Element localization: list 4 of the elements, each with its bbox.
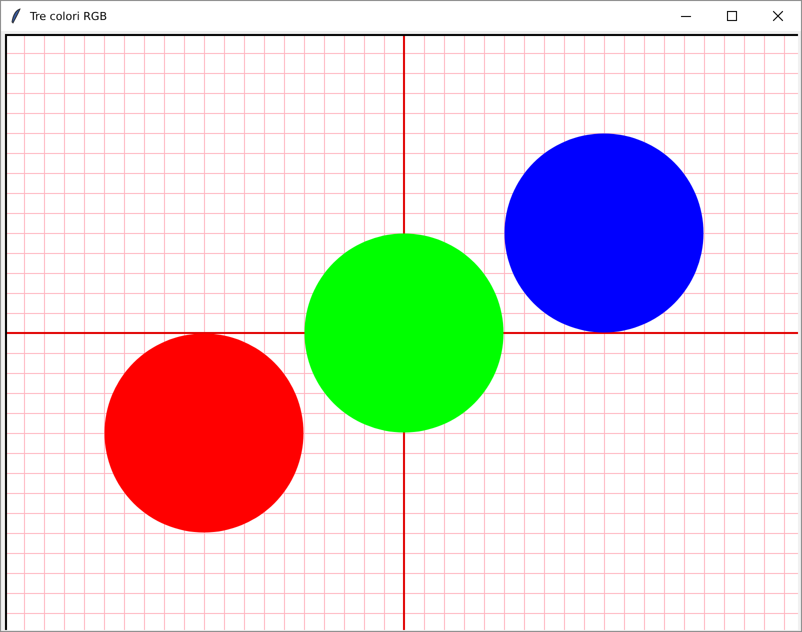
close-icon (773, 11, 783, 21)
maximize-icon (727, 11, 737, 21)
window-title: Tre colori RGB (30, 10, 107, 22)
feather-icon (11, 8, 21, 24)
